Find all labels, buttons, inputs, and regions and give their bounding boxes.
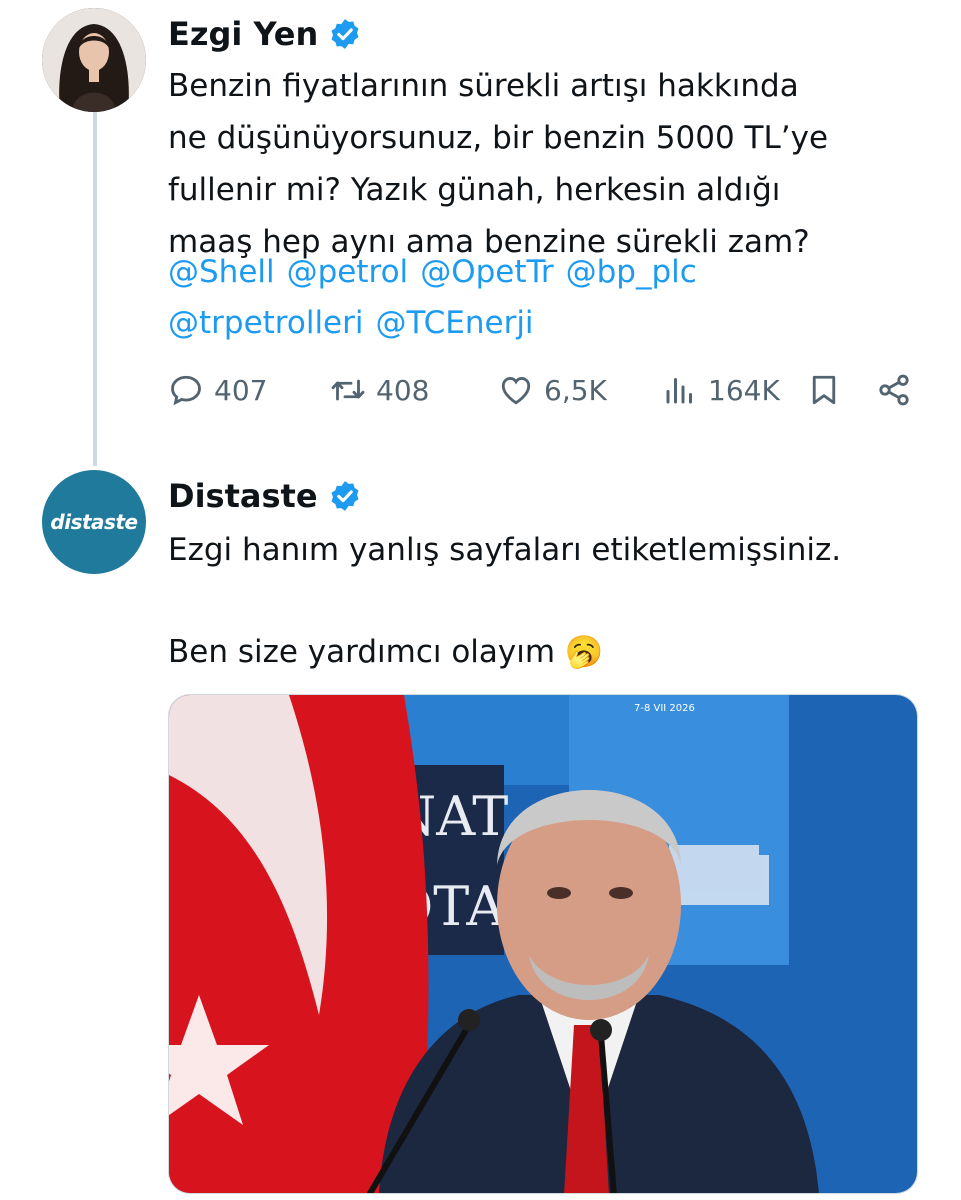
retweet-button[interactable]: 408 bbox=[330, 364, 429, 416]
avatar-photo bbox=[42, 8, 146, 112]
author-name[interactable]: Ezgi Yen bbox=[168, 12, 318, 56]
media-photo: 7-8 VII 2026 NAT OTA bbox=[169, 695, 917, 1193]
verified-badge-icon bbox=[331, 19, 359, 49]
avatar[interactable] bbox=[42, 8, 146, 112]
avatar-logo-text: distaste bbox=[50, 510, 138, 534]
media-caption: 7-8 VII 2026 bbox=[634, 703, 695, 714]
like-count: 6,5K bbox=[544, 373, 607, 407]
share-icon bbox=[879, 374, 909, 406]
tweet-body: Ezgi hanım yanlış sayfaları etiketlemişs… bbox=[168, 532, 842, 568]
reply-button[interactable]: 407 bbox=[168, 364, 267, 416]
tweet-body: Benzin fiyatlarının sürekli artışı hakkı… bbox=[168, 68, 829, 260]
mention-link[interactable]: @bp_plc bbox=[566, 254, 697, 290]
reply-icon bbox=[171, 375, 201, 406]
author-row: Ezgi Yen bbox=[168, 12, 362, 56]
retweet-count: 408 bbox=[376, 373, 430, 407]
verified-badge-icon bbox=[331, 481, 358, 511]
mention-link[interactable]: @OpetTr bbox=[420, 254, 553, 290]
mention-link[interactable]: @Shell bbox=[168, 254, 275, 290]
tweet-body: Ben size yardımcı olayım 🥱 bbox=[168, 634, 604, 670]
reply-count: 407 bbox=[214, 373, 268, 407]
author-row: Distaste bbox=[168, 474, 362, 518]
mention-line: @trpetrolleri @TCEnerji bbox=[168, 297, 546, 349]
author-name[interactable]: Distaste bbox=[168, 474, 318, 518]
bookmark-button[interactable] bbox=[806, 364, 842, 416]
mention-link[interactable]: @trpetrolleri bbox=[168, 305, 364, 341]
thread-connector bbox=[93, 112, 97, 466]
views-count: 164K bbox=[708, 373, 780, 407]
views-icon bbox=[666, 378, 692, 404]
bookmark-icon bbox=[812, 375, 836, 405]
tweet-media-image[interactable]: 7-8 VII 2026 NAT OTA bbox=[168, 694, 918, 1194]
views-button[interactable]: 164K bbox=[662, 364, 780, 416]
like-button[interactable]: 6,5K bbox=[498, 364, 607, 416]
mention-link[interactable]: @petrol bbox=[287, 254, 409, 290]
avatar[interactable]: distaste bbox=[42, 470, 146, 574]
retweet-icon bbox=[331, 379, 365, 401]
mention-line: @Shell @petrol @OpetTr @bp_plc bbox=[168, 246, 709, 298]
tweet-actions: 407 408 6,5K 164K bbox=[168, 364, 928, 416]
like-icon bbox=[501, 377, 531, 405]
mention-link[interactable]: @TCEnerji bbox=[376, 305, 534, 341]
share-button[interactable] bbox=[876, 364, 912, 416]
